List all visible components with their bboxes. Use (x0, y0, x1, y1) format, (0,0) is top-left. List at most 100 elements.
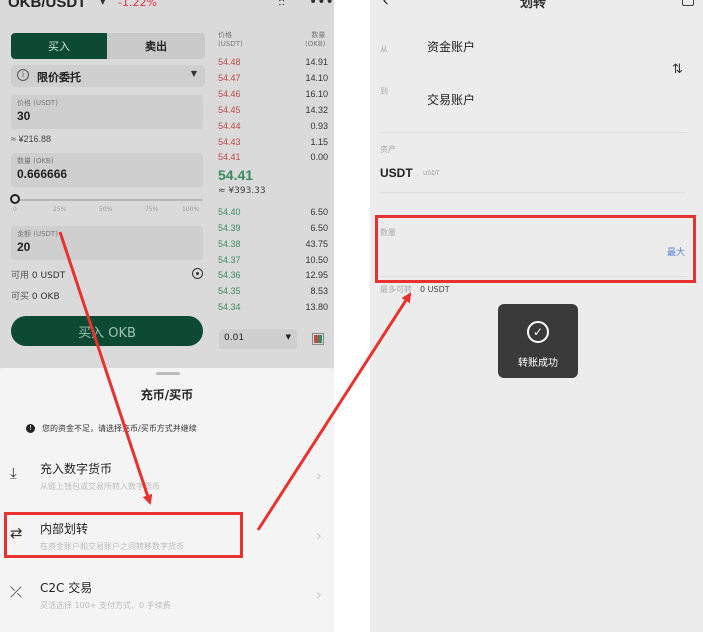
info-icon: i (17, 69, 29, 81)
slider-mark: 100% (182, 206, 200, 213)
depth-select[interactable]: 0.01 ▼ (219, 329, 297, 349)
ask-qty: 14.10 (305, 73, 328, 83)
orderbook-ask-row[interactable]: 54.45 14.32 (218, 105, 328, 120)
price-input[interactable]: 价格 (USDT) 30 (11, 95, 203, 129)
available-label: 可用 (11, 271, 30, 281)
amount-label: 数量 (OKB) (17, 157, 54, 165)
orderbook-ask-row[interactable]: 54.47 14.10 (218, 73, 328, 88)
option-c2c-trade[interactable]: ⤫ C2C 交易 灵活选择 100+ 支付方式，0 手续费 › (0, 571, 334, 629)
bid-price: 54.35 (218, 286, 241, 296)
can-buy: 可买 0 OKB (11, 289, 60, 302)
buy-okb-button[interactable]: 买入 OKB (11, 316, 203, 346)
ask-qty: 0.93 (310, 121, 328, 131)
asset-sub: USDT (423, 170, 440, 177)
slider-mark: 25% (53, 206, 67, 213)
can-buy-value: 0 OKB (31, 292, 60, 302)
chevron-right-icon: › (315, 585, 322, 604)
divider (380, 132, 686, 133)
amount-input[interactable]: 数量 (OKB) 0.666666 (11, 153, 203, 187)
triangle-down-icon: ▼ (190, 69, 197, 78)
bid-price: 54.39 (218, 223, 241, 233)
ask-qty: 14.32 (305, 105, 328, 115)
option-deposit-crypto[interactable]: ⤓ 充入数字货币 从链上钱包或交易所转入数字货币 › (0, 452, 334, 510)
price-value: 30 (17, 109, 31, 123)
ask-qty: 1.15 (310, 137, 328, 147)
available-value: 0 USDT (31, 271, 66, 281)
ask-price: 54.48 (218, 57, 241, 67)
bid-price: 54.37 (218, 255, 241, 265)
bid-price: 54.38 (218, 239, 241, 249)
asset-select[interactable]: USDT (380, 166, 413, 180)
bid-qty: 8.53 (310, 286, 328, 296)
sheet-handle[interactable] (156, 372, 180, 375)
back-icon[interactable]: ‹ (382, 0, 389, 11)
to-account[interactable]: 交易账户 (427, 91, 475, 108)
orderbook-ask-row[interactable]: 54.41 0.00 (218, 152, 328, 167)
triangle-down-icon: ▼ (285, 333, 291, 341)
highlight-internal-transfer (4, 512, 243, 558)
deposit-icon[interactable] (192, 268, 203, 279)
ask-price: 54.46 (218, 89, 241, 99)
bid-qty: 43.75 (305, 239, 328, 249)
alert-icon: ! (26, 424, 35, 433)
tab-sell[interactable]: 卖出 (107, 33, 205, 59)
ask-price: 54.45 (218, 105, 241, 115)
ask-qty: 14.91 (305, 57, 328, 67)
orderbook-price-header: 价格 (USDT) (218, 31, 243, 49)
amount-slider[interactable] (11, 199, 203, 201)
swap-accounts-icon[interactable]: ⇅ (672, 62, 683, 77)
ask-price: 54.47 (218, 73, 241, 83)
bid-qty: 13.80 (305, 302, 328, 312)
total-input[interactable]: 金额 (USDT) 20 (11, 226, 203, 260)
insufficient-funds-notice: 您的资金不足，请选择充币/买币方式并继续 (42, 424, 197, 433)
orderbook-bid-row[interactable]: 54.35 8.53 (218, 286, 328, 301)
bid-price: 54.34 (218, 302, 241, 312)
orderbook-ask-row[interactable]: 54.46 16.10 (218, 89, 328, 104)
orderbook-bid-row[interactable]: 54.36 12.95 (218, 270, 328, 285)
orderbook-bid-row[interactable]: 54.38 43.75 (218, 239, 328, 254)
orderbook-ask-row[interactable]: 54.44 0.93 (218, 121, 328, 136)
from-account[interactable]: 资金账户 (427, 38, 475, 55)
total-label: 金额 (USDT) (17, 230, 58, 238)
slider-mark: 75% (145, 206, 159, 213)
total-value: 20 (17, 240, 31, 254)
orderbook-bid-row[interactable]: 54.39 6.50 (218, 223, 328, 238)
buy-sell-tabs: 买入 卖出 (11, 33, 205, 59)
orderbook-bid-row[interactable]: 54.34 13.80 (218, 302, 328, 317)
to-label: 到 (380, 87, 388, 96)
header-text: (USDT) (218, 40, 243, 48)
chart-icon[interactable]: ⫶⫶ (278, 0, 285, 10)
sheet-title: 充币/买币 (140, 388, 194, 402)
from-label: 从 (380, 45, 388, 54)
order-type-select[interactable]: i 限价委托 ▼ (11, 65, 205, 87)
bid-price: 54.36 (218, 270, 241, 280)
ask-price: 54.43 (218, 137, 241, 147)
amount-value: 0.666666 (17, 167, 68, 181)
history-icon[interactable] (682, 0, 694, 6)
chevron-right-icon: › (315, 466, 322, 485)
toast-text: 转账成功 (518, 358, 558, 369)
header-text: 价格 (218, 31, 232, 39)
orderbook-ask-row[interactable]: 54.48 14.91 (218, 57, 328, 72)
chevron-down-icon[interactable]: ▾ (100, 0, 106, 8)
tab-buy[interactable]: 买入 (11, 33, 107, 59)
bid-qty: 6.50 (310, 223, 328, 233)
asset-label: 资产 (380, 145, 396, 154)
trading-pair-title[interactable]: OKB/USDT (8, 0, 86, 11)
bid-price: 54.40 (218, 207, 241, 217)
orderbook-bid-row[interactable]: 54.40 6.50 (218, 207, 328, 222)
download-icon: ⤓ (10, 464, 17, 482)
slider-mark: 0 (13, 206, 17, 213)
depth-mode-icon[interactable] (312, 333, 324, 345)
option-title: C2C 交易 (40, 581, 93, 595)
right-phone-screen: ‹ 划转 从 资金账户 到 交易账户 ⇅ 资产 USDT USDT 数量 最大 … (370, 0, 703, 632)
header-text: (OKB) (305, 40, 326, 48)
slider-handle[interactable] (10, 194, 20, 204)
price-label: 价格 (USDT) (17, 99, 58, 107)
c2c-icon: ⤫ (10, 583, 23, 601)
orderbook-bid-row[interactable]: 54.37 10.50 (218, 255, 328, 270)
more-icon[interactable]: ••• (309, 0, 334, 10)
orderbook-ask-row[interactable]: 54.43 1.15 (218, 137, 328, 152)
transferable-label: 最多可转 (380, 285, 412, 294)
bid-qty: 6.50 (310, 207, 328, 217)
